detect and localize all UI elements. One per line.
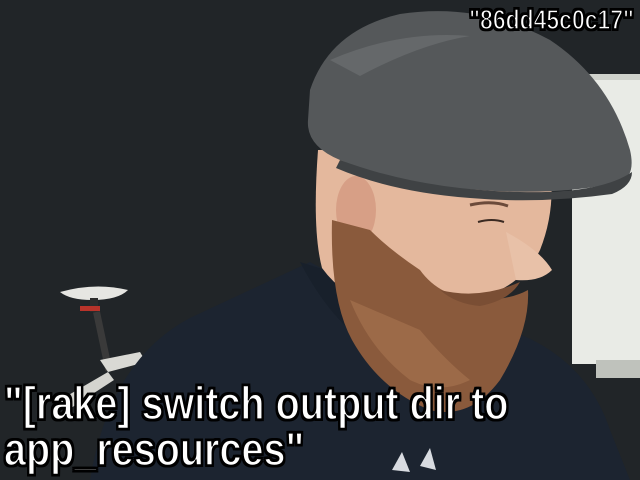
commit-hash-label: "86dd45c0c17" [469,3,635,36]
webcam-frame: "86dd45c0c17" "[rake] switch output dir … [0,0,640,480]
commit-message-line-2: app_resources" [3,423,305,475]
commit-message-caption: "[rake] switch output dir to app_resourc… [3,377,509,475]
commit-message-line-1: "[rake] switch output dir to [3,377,509,429]
